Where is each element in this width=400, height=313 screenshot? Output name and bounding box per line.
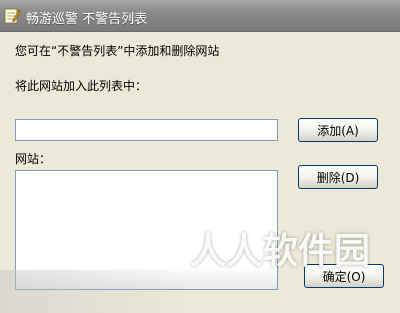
title-bar[interactable]: 畅游巡警 不警告列表 (0, 0, 400, 32)
add-button-label: 添加(A) (317, 123, 359, 138)
description-text: 您可在“不警告列表”中添加和删除网站 (15, 44, 220, 58)
blurred-region (0, 270, 190, 313)
site-url-input[interactable] (15, 119, 278, 141)
notepad-pencil-icon (4, 7, 21, 24)
delete-button-label: 删除(D) (316, 170, 360, 185)
window-title: 畅游巡警 不警告列表 (26, 12, 148, 27)
delete-button[interactable]: 删除(D) (298, 165, 378, 189)
sites-label: 网站： (15, 152, 52, 166)
add-button[interactable]: 添加(A) (298, 118, 378, 142)
watermark-text: 人人软件园 (190, 231, 371, 272)
add-site-label: 将此网站加入此列表中： (15, 79, 148, 93)
